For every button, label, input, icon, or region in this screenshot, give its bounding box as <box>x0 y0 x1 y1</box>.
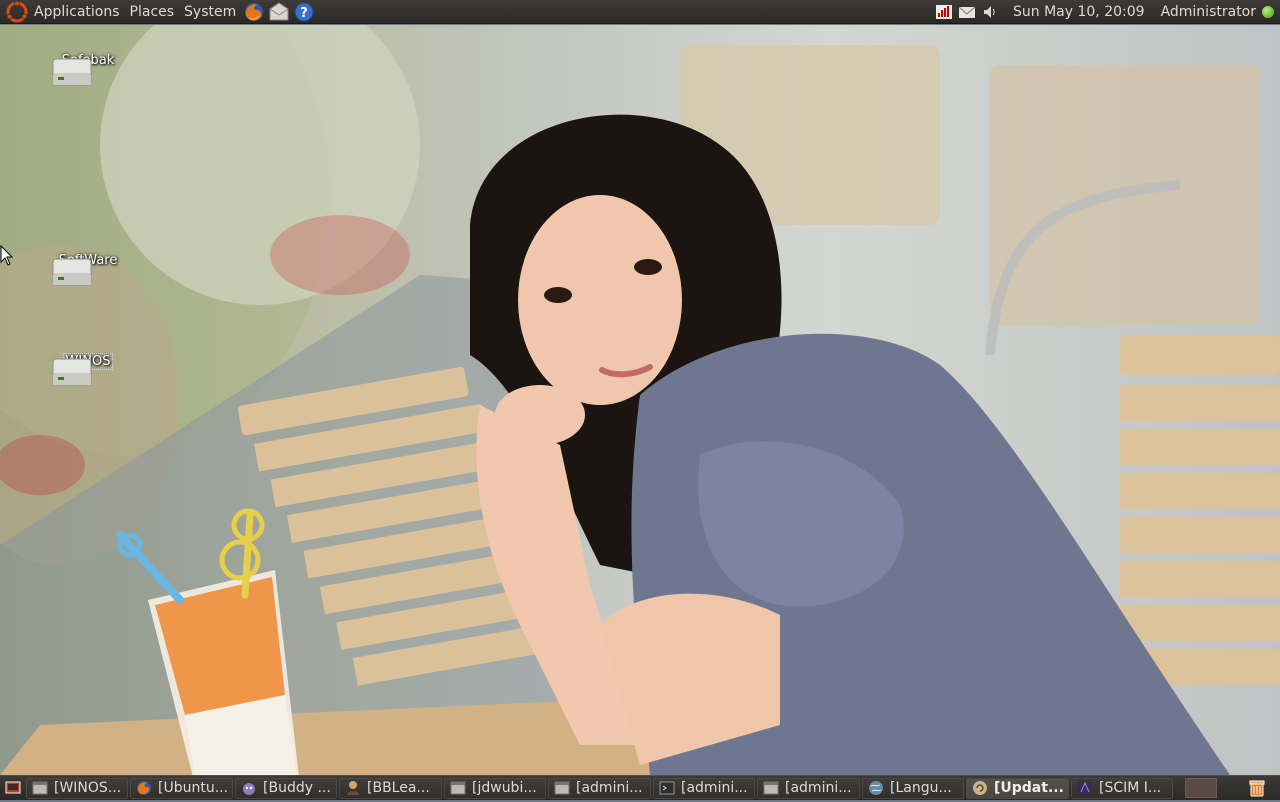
scim-icon <box>1078 781 1092 795</box>
show-desktop-button[interactable] <box>2 778 24 798</box>
desktop-icon-sofebak[interactable]: Sofebak <box>50 51 126 86</box>
task-label: [admini... <box>785 780 852 796</box>
drive-icon <box>52 58 92 86</box>
task-update-manager[interactable]: [Updat... <box>966 777 1069 799</box>
workspace-switcher[interactable] <box>1185 778 1217 798</box>
top-panel: Applications Places System ? Sun May 10,… <box>0 0 1280 24</box>
svg-text:?: ? <box>300 6 308 21</box>
wallpaper-illustration <box>0 25 1280 775</box>
task-label: [Ubuntu... <box>158 780 229 796</box>
task-language[interactable]: [Langu... <box>862 777 964 799</box>
clock[interactable]: Sun May 10, 20:09 <box>1013 4 1145 20</box>
window-icon <box>32 781 48 795</box>
task-ubuntu[interactable]: [Ubuntu... <box>130 777 233 799</box>
firefox-icon <box>137 781 151 795</box>
network-icon[interactable] <box>935 3 953 21</box>
task-label: [admini... <box>576 780 643 796</box>
task-admin-1[interactable]: [admini... <box>548 777 651 799</box>
menu-applications[interactable]: Applications <box>34 4 120 20</box>
task-buddy-list[interactable]: [Buddy ... <box>235 777 337 799</box>
mouse-cursor-icon <box>0 245 14 266</box>
task-label: [Langu... <box>890 780 952 796</box>
desktop-icon-winos[interactable]: WINOS <box>50 351 126 386</box>
task-scim[interactable]: [SCIM I... <box>1071 777 1173 799</box>
task-admin-terminal[interactable]: [admini... <box>653 777 755 799</box>
help-icon[interactable]: ? <box>293 1 315 23</box>
task-label: [admini... <box>681 780 748 796</box>
desktop-wallpaper[interactable]: Sofebak SoftWare WINOS <box>0 25 1280 775</box>
terminal-icon <box>659 781 675 795</box>
task-label: [BBLea... <box>367 780 430 796</box>
ubuntu-logo-icon[interactable] <box>6 0 28 23</box>
task-bblea[interactable]: [BBLea... <box>339 777 442 799</box>
drive-icon <box>52 258 92 286</box>
task-label: [SCIM I... <box>1099 780 1162 796</box>
window-icon <box>763 781 779 795</box>
task-label: [WINOS... <box>54 780 122 796</box>
task-label: [Buddy ... <box>263 780 331 796</box>
task-label: [jdwubi... <box>472 780 537 796</box>
window-icon <box>554 781 570 795</box>
volume-icon[interactable] <box>981 3 999 21</box>
bottom-panel: [WINOS... [Ubuntu... [Buddy ... [BBLea..… <box>0 775 1280 800</box>
trash-icon[interactable] <box>1247 778 1267 798</box>
show-desktop-icon <box>5 781 21 794</box>
desktop-icon-software[interactable]: SoftWare <box>50 251 126 286</box>
mail-icon[interactable] <box>268 1 290 23</box>
globe-icon <box>869 781 883 795</box>
update-icon <box>973 781 987 795</box>
menu-system[interactable]: System <box>184 4 236 20</box>
task-winos[interactable]: [WINOS... <box>26 777 128 799</box>
user-icon <box>347 781 359 795</box>
window-icon <box>450 781 466 795</box>
mail-indicator-icon[interactable] <box>958 3 976 21</box>
pidgin-icon <box>243 783 255 795</box>
firefox-icon[interactable] <box>243 1 265 23</box>
menu-places[interactable]: Places <box>130 4 175 20</box>
drive-icon <box>52 358 92 386</box>
task-admin-2[interactable]: [admini... <box>757 777 860 799</box>
task-label: [Updat... <box>994 780 1064 796</box>
user-menu[interactable]: Administrator <box>1161 4 1256 20</box>
task-jdwubi[interactable]: [jdwubi... <box>444 777 546 799</box>
status-available-icon[interactable] <box>1262 5 1274 18</box>
